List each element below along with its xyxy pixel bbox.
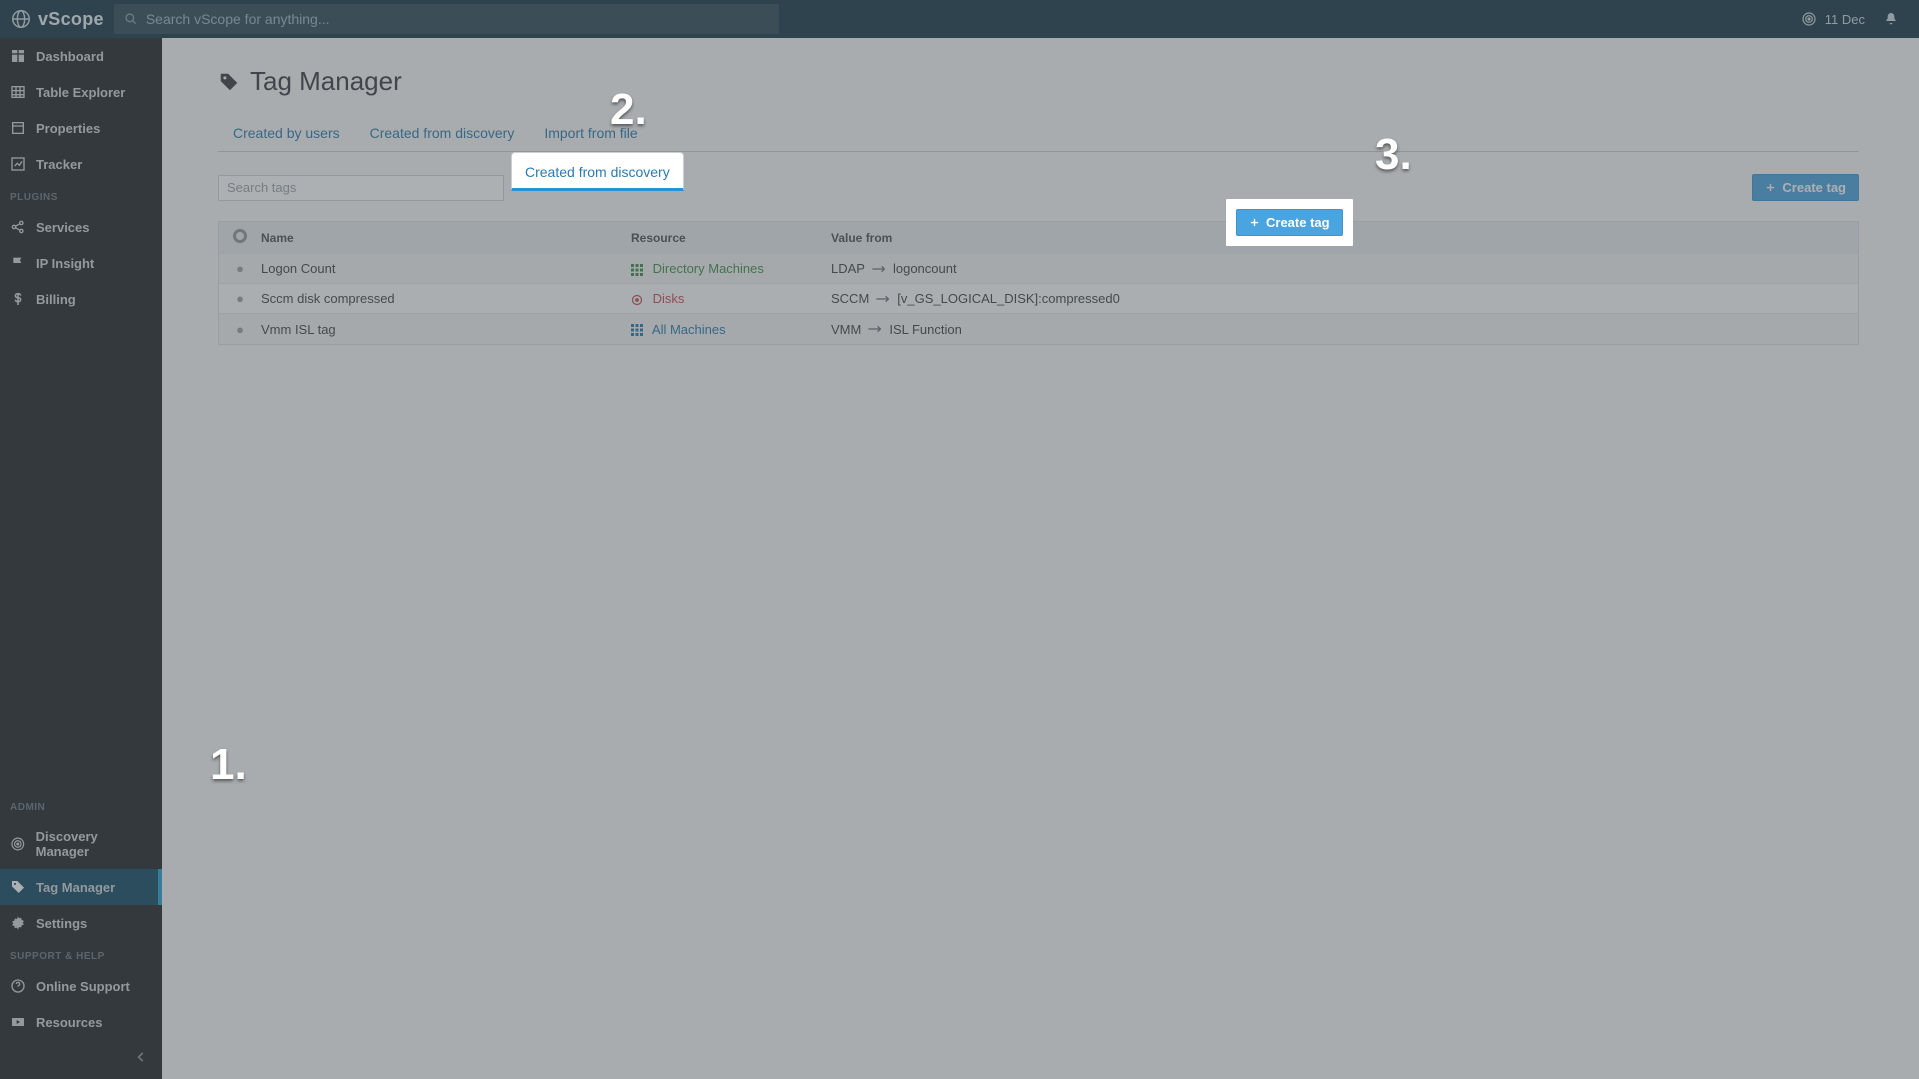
sidebar-item-label: IP Insight [36,256,94,271]
sidebar-section-support: SUPPORT & HELP [0,941,162,968]
tab-created-by-users[interactable]: Created by users [218,114,355,152]
sidebar-section-plugins: PLUGINS [0,182,162,209]
page-title: Tag Manager [218,66,1859,97]
target-icon [1801,11,1817,27]
highlight-create-tag: Create tag [1226,199,1353,246]
create-tag-button[interactable]: Create tag [1752,174,1859,201]
row-resource[interactable]: Disks [631,285,831,312]
sidebar-item-label: Properties [36,121,100,136]
highlight-tab-created-from-discovery[interactable]: Created from discovery [511,152,684,191]
sidebar-item-label: Online Support [36,979,130,994]
sidebar-item-label: Dashboard [36,49,104,64]
tabs: Created by users Created from discovery … [218,113,1859,152]
row-bullet: ● [219,285,261,312]
sidebar-item-label: Settings [36,916,87,931]
help-icon [10,978,26,994]
plus-icon [1765,182,1776,193]
create-tag-label: Create tag [1266,215,1330,230]
bell-icon[interactable] [1883,11,1899,27]
toolbar: Create tag [218,174,1859,201]
tag-table: Name Resource Value from ● Logon Count D… [218,221,1859,345]
app-name: vScope [38,9,104,30]
tag-gear-icon [10,879,26,895]
table-row[interactable]: ● Sccm disk compressed Disks SCCM [v_GS_… [219,284,1858,314]
sidebar-item-tracker[interactable]: Tracker [0,146,162,182]
tab-created-from-discovery[interactable]: Created from discovery [355,114,530,152]
table-row[interactable]: ● Logon Count Directory Machines LDAP lo… [219,254,1858,284]
main: Tag Manager Created by users Created fro… [162,38,1919,1079]
disk-icon [631,294,643,306]
search-icon [124,12,138,26]
table-row[interactable]: ● Vmm ISL tag All Machines VMM ISL Funct… [219,314,1858,344]
video-icon [10,1014,26,1030]
date-text: 11 Dec [1825,12,1865,27]
row-name: Vmm ISL tag [261,316,631,343]
sidebar-item-dashboard[interactable]: Dashboard [0,38,162,74]
chart-icon [10,156,26,172]
global-search-input[interactable] [146,11,769,27]
grid-icon [631,264,643,276]
row-name: Sccm disk compressed [261,285,631,312]
globe-icon [10,8,32,30]
properties-icon [10,120,26,136]
sidebar-item-label: Tracker [36,157,82,172]
header-select[interactable] [219,222,261,253]
date-indicator[interactable]: 11 Dec [1801,11,1865,27]
header-name[interactable]: Name [261,224,631,252]
row-name: Logon Count [261,255,631,282]
table-header: Name Resource Value from [219,222,1858,254]
sidebar: Dashboard Table Explorer Properties Trac… [0,38,162,1079]
app-logo[interactable]: vScope [0,8,114,30]
dashboard-icon [10,48,26,64]
sidebar-item-label: Billing [36,292,76,307]
row-value: SCCM [v_GS_LOGICAL_DISK]:compressed0 [831,285,1858,312]
sidebar-item-label: Table Explorer [36,85,125,100]
grid-icon [631,324,643,336]
page-title-text: Tag Manager [250,66,402,97]
target-icon [10,836,26,852]
sidebar-item-resources[interactable]: Resources [0,1004,162,1040]
row-value: LDAP logoncount [831,255,1858,282]
create-tag-label: Create tag [1782,180,1846,195]
table-icon [10,84,26,100]
search-tags-input[interactable] [218,175,504,201]
sidebar-item-discovery-manager[interactable]: Discovery Manager [0,819,162,869]
dollar-icon [10,291,26,307]
sidebar-item-tag-manager[interactable]: Tag Manager [0,869,162,905]
global-search[interactable] [114,4,779,34]
sidebar-item-label: Discovery Manager [36,829,152,859]
chevron-left-icon [134,1050,148,1064]
sidebar-item-properties[interactable]: Properties [0,110,162,146]
tag-gear-icon [218,71,240,93]
sidebar-item-settings[interactable]: Settings [0,905,162,941]
arrow-right-icon [871,264,887,274]
row-value: VMM ISL Function [831,316,1858,343]
row-bullet: ● [219,255,261,282]
sidebar-section-admin: ADMIN [0,792,162,819]
tab-import-from-file[interactable]: Import from file [529,114,652,152]
plus-icon [1249,217,1260,228]
create-tag-button[interactable]: Create tag [1236,209,1343,236]
sidebar-item-label: Resources [36,1015,102,1030]
flag-icon [10,255,26,271]
sidebar-item-label: Tag Manager [36,880,115,895]
gear-icon [10,915,26,931]
arrow-right-icon [875,294,891,304]
sidebar-item-online-support[interactable]: Online Support [0,968,162,1004]
header-resource[interactable]: Resource [631,224,831,252]
sidebar-collapse[interactable] [120,1040,162,1079]
arrow-right-icon [867,324,883,334]
sidebar-item-table-explorer[interactable]: Table Explorer [0,74,162,110]
sidebar-item-services[interactable]: Services [0,209,162,245]
sidebar-item-billing[interactable]: Billing [0,281,162,317]
row-resource[interactable]: Directory Machines [631,255,831,282]
topbar: vScope 11 Dec [0,0,1919,38]
sidebar-item-label: Services [36,220,90,235]
topbar-right: 11 Dec [1801,11,1919,27]
row-bullet: ● [219,316,261,343]
share-icon [10,219,26,235]
row-resource[interactable]: All Machines [631,316,831,343]
sidebar-item-ip-insight[interactable]: IP Insight [0,245,162,281]
